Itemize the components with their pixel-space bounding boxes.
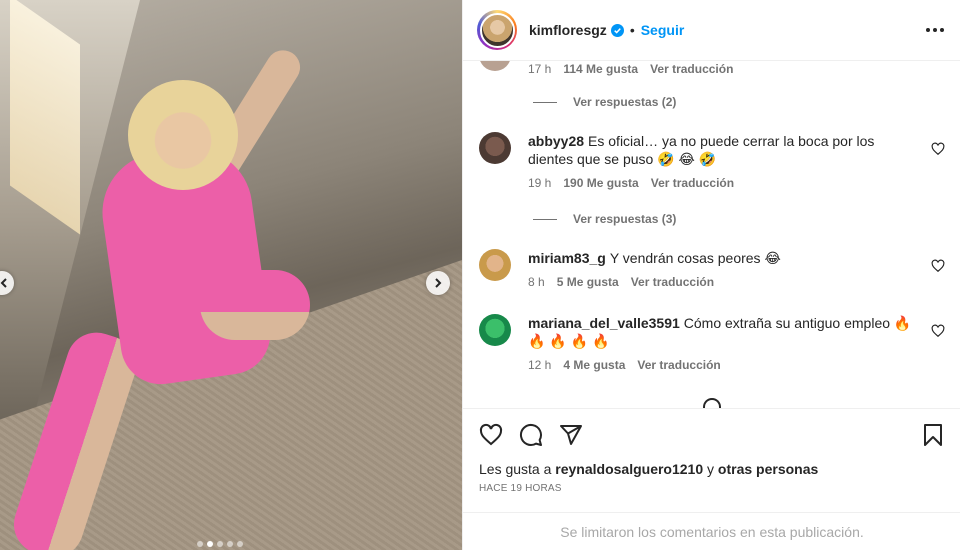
author-avatar[interactable] bbox=[477, 10, 517, 50]
comment-meta: 8 h 5 Me gusta Ver traducción bbox=[528, 273, 918, 291]
comment-time: 19 h bbox=[528, 176, 552, 190]
comment-username[interactable]: miriam83_g bbox=[528, 250, 606, 266]
carousel-dot bbox=[227, 541, 233, 547]
comment-username[interactable]: mariana_del_valle3591 bbox=[528, 315, 680, 331]
comment-text: Y vendrán cosas peores 😂 bbox=[609, 250, 781, 266]
liked-by-user[interactable]: reynaldosalguero1210 bbox=[555, 461, 703, 477]
comment-translate[interactable]: Ver traducción bbox=[637, 356, 720, 374]
verified-badge-icon bbox=[610, 23, 624, 37]
post-side-panel: kimfloresgz • Seguir 17 h 114 Me gusta V… bbox=[462, 0, 960, 550]
comment-translate[interactable]: Ver traducción bbox=[650, 62, 733, 76]
comment-meta: 12 h 4 Me gusta Ver traducción bbox=[528, 356, 918, 374]
heart-icon[interactable] bbox=[931, 259, 945, 273]
view-replies-label: Ver respuestas (3) bbox=[573, 212, 677, 226]
heart-icon[interactable] bbox=[931, 142, 945, 156]
comment-avatar[interactable] bbox=[479, 314, 511, 346]
heart-icon[interactable] bbox=[931, 324, 945, 338]
action-icons-row bbox=[463, 409, 960, 461]
comment-likes[interactable]: 4 Me gusta bbox=[563, 356, 625, 374]
post-timestamp[interactable]: HACE 19 HORAS bbox=[463, 477, 960, 494]
header-separator: • bbox=[629, 22, 635, 38]
comment-meta: 19 h 190 Me gusta Ver traducción bbox=[528, 174, 918, 192]
comment-meta: 17 h 114 Me gusta Ver traducción bbox=[528, 62, 733, 76]
bookmark-icon[interactable] bbox=[921, 423, 945, 447]
other-likes-link[interactable]: otras personas bbox=[718, 461, 818, 477]
comment-likes[interactable]: 114 Me gusta bbox=[563, 62, 638, 76]
post-header: kimfloresgz • Seguir bbox=[463, 0, 960, 61]
chevron-right-icon bbox=[435, 278, 442, 288]
comment-time: 17 h bbox=[528, 62, 552, 76]
comment-avatar[interactable] bbox=[479, 132, 511, 164]
view-replies-button[interactable]: Ver respuestas (2) bbox=[533, 95, 676, 109]
comment-item: miriam83_g Y vendrán cosas peores 😂 8 h 5… bbox=[479, 249, 949, 291]
post-photo[interactable] bbox=[0, 0, 462, 550]
carousel-next-button[interactable] bbox=[426, 271, 450, 295]
chevron-left-icon bbox=[0, 278, 7, 288]
post-actions: Les gusta a reynaldosalguero1210 y otras… bbox=[463, 408, 960, 494]
comment-likes[interactable]: 190 Me gusta bbox=[563, 174, 638, 192]
carousel-dot bbox=[197, 541, 203, 547]
share-icon[interactable] bbox=[559, 423, 583, 447]
heart-icon[interactable] bbox=[479, 423, 503, 447]
likes-summary: Les gusta a reynaldosalguero1210 y otras… bbox=[479, 461, 819, 477]
photo-figure-knee bbox=[200, 270, 310, 340]
view-replies-button[interactable]: Ver respuestas (3) bbox=[533, 212, 676, 226]
carousel-dot bbox=[237, 541, 243, 547]
comment-icon[interactable] bbox=[519, 423, 543, 447]
comment-translate[interactable]: Ver traducción bbox=[651, 174, 734, 192]
follow-button[interactable]: Seguir bbox=[641, 22, 685, 38]
comment-item: mariana_del_valle3591 Cómo extraña su ant… bbox=[479, 314, 949, 374]
comment-time: 8 h bbox=[528, 275, 545, 289]
comment-avatar[interactable] bbox=[479, 249, 511, 281]
comments-limited-notice: Se limitaron los comentarios en esta pub… bbox=[463, 512, 960, 550]
comment-avatar[interactable] bbox=[479, 61, 511, 71]
comments-list[interactable]: 17 h 114 Me gusta Ver traducción Ver res… bbox=[463, 61, 960, 408]
carousel-dot bbox=[217, 541, 223, 547]
comment-username[interactable]: abbyy28 bbox=[528, 133, 584, 149]
photo-figure-head bbox=[128, 80, 238, 190]
carousel-indicator bbox=[197, 541, 243, 547]
view-replies-label: Ver respuestas (2) bbox=[573, 95, 677, 109]
comment-item: abbyy28 Es oficial… ya no puede cerrar la… bbox=[479, 132, 949, 192]
comment-time: 12 h bbox=[528, 358, 552, 372]
comment-likes[interactable]: 5 Me gusta bbox=[557, 273, 619, 291]
more-options-icon[interactable] bbox=[926, 28, 944, 32]
comment-translate[interactable]: Ver traducción bbox=[631, 273, 714, 291]
carousel-dot-active bbox=[207, 541, 213, 547]
author-username[interactable]: kimfloresgz bbox=[529, 22, 607, 38]
